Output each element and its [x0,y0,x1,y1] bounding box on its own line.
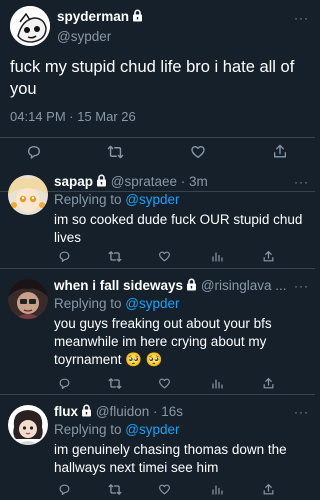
reply-icon[interactable] [58,250,71,263]
retweet-icon[interactable] [108,483,122,496]
retweet-icon[interactable] [108,377,122,390]
heart-icon[interactable] [158,250,171,263]
avatar[interactable] [10,6,50,46]
reply-icon[interactable] [58,483,71,496]
retweet-icon[interactable] [107,144,124,160]
display-name[interactable]: when i fall sideways [54,278,183,293]
replying-to: Replying to @sypder [54,422,180,437]
replying-to-link[interactable]: @sypder [125,192,179,207]
lock-icon [187,278,197,291]
tweet-actions [54,483,309,499]
heart-icon[interactable] [158,377,171,390]
reply-icon[interactable] [26,144,42,160]
replying-to-link[interactable]: @sypder [125,296,179,311]
retweet-icon[interactable] [108,250,122,263]
replying-to: Replying to @sypder [54,296,180,311]
display-name[interactable]: spyderman [57,9,143,24]
more-options-button[interactable]: ··· [294,279,309,293]
tweet-text: im so cooked dude fuck OUR stupid chud l… [54,212,303,245]
display-name[interactable]: flux [54,404,78,419]
analytics-icon[interactable] [211,377,223,390]
handle[interactable]: @sypder [57,29,111,44]
reply-header: when i fall sideways @risinglava ... [54,278,289,293]
reply-tweet[interactable]: when i fall sideways @risinglava ... ···… [0,269,315,395]
lock-icon [97,174,107,187]
tweet-actions [54,377,309,393]
share-icon[interactable] [262,377,275,390]
reply-header: flux @fluidon · 16s [54,404,289,419]
avatar[interactable] [8,405,48,445]
more-options-button[interactable]: ··· [294,11,309,25]
handle-and-time[interactable]: @fluidon · 16s [92,404,183,419]
avatar[interactable] [8,175,48,215]
replying-to-link[interactable]: @sypder [125,422,179,437]
reply-icon[interactable] [58,377,71,390]
reply-tweet[interactable]: flux @fluidon · 16s ··· Replying to @syp… [0,395,315,500]
reply-tweet[interactable]: sapap @sprataee · 3m ··· Replying to @sy… [0,165,315,269]
tweet-text: fuck my stupid chud life bro i hate all … [10,58,295,98]
heart-icon[interactable] [158,483,171,496]
tweet-text: you guys freaking out about your bfs mea… [54,316,272,367]
lock-icon [82,404,92,417]
handle-and-time[interactable]: @sprataee · 3m [107,174,208,189]
share-icon[interactable] [272,143,288,160]
replying-to: Replying to @sypder [54,192,180,207]
lock-icon [133,9,143,22]
main-tweet: spyderman @sypder ··· fuck my stupid chu… [0,0,315,192]
share-icon[interactable] [262,483,275,496]
display-name[interactable]: sapap [54,174,93,189]
avatar[interactable] [8,279,48,319]
tweet-text: im genuinely chasing thomas down the hal… [54,442,287,475]
analytics-icon[interactable] [211,250,223,263]
tweet-actions [54,250,309,266]
analytics-icon[interactable] [211,483,223,496]
more-options-button[interactable]: ··· [294,405,309,419]
tweet-timestamp[interactable]: 04:14 PM · 15 Mar 26 [10,109,136,124]
heart-icon[interactable] [190,144,206,160]
share-icon[interactable] [262,250,275,263]
more-options-button[interactable]: ··· [294,175,309,189]
handle-and-time[interactable]: @risinglava ... [197,278,287,293]
reply-header: sapap @sprataee · 3m [54,174,289,189]
